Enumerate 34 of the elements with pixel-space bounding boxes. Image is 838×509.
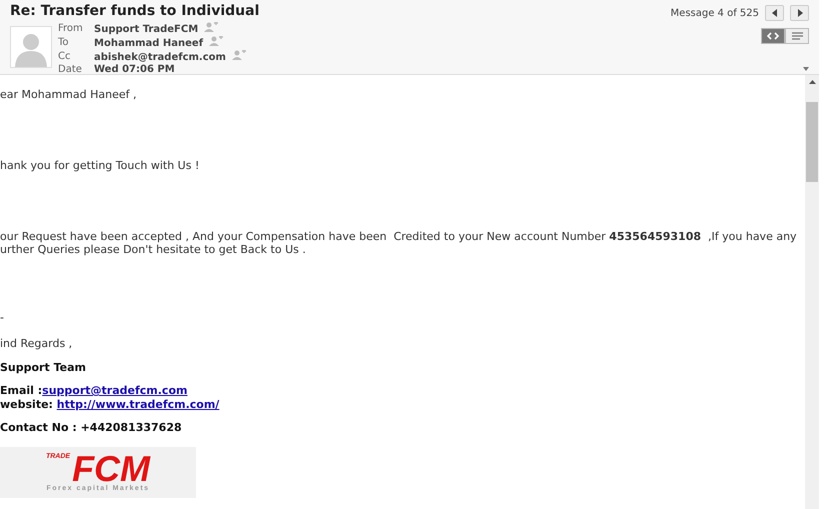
scroll-thumb[interactable] bbox=[806, 102, 818, 182]
field-label: Cc bbox=[58, 50, 94, 64]
field-value: Support TradeFCM bbox=[94, 24, 198, 35]
contact-label: website: bbox=[0, 398, 54, 411]
left-triangle-icon bbox=[772, 9, 778, 17]
field-value: abishek@tradefcm.com bbox=[94, 52, 226, 63]
field-label: To bbox=[58, 36, 70, 50]
next-button[interactable] bbox=[790, 5, 809, 21]
avatar-icon bbox=[10, 26, 52, 68]
contact-link[interactable]: http://www.tradefcm.com/ bbox=[56, 398, 220, 411]
message-paragraph: ear Mohammad Haneef , bbox=[0, 88, 138, 101]
email-subject: Re: Transfer funds to Individual bbox=[10, 3, 260, 19]
message-paragraph: our Request have been accepted , And your Compensation have been Credited to your New account Number 453564593108 ,If you have any urther Queries please Don't hesitate to get Back to Us . bbox=[0, 230, 798, 256]
html-view-button[interactable] bbox=[761, 28, 785, 44]
code-icon bbox=[767, 32, 779, 40]
contact-phone: Contact No : +442081337628 bbox=[0, 421, 183, 435]
contact-link[interactable]: support@tradefcm.com bbox=[42, 384, 188, 397]
text-view-button[interactable] bbox=[785, 28, 809, 44]
lines-icon bbox=[792, 32, 802, 40]
previous-button[interactable] bbox=[765, 5, 784, 21]
scroll-up-icon[interactable] bbox=[808, 79, 816, 84]
right-triangle-icon bbox=[796, 9, 802, 17]
expand-arrow-icon[interactable] bbox=[803, 67, 809, 71]
scrollbar[interactable] bbox=[805, 75, 819, 509]
field-label: Date bbox=[58, 64, 94, 76]
field-label: From bbox=[58, 22, 84, 36]
contact-label: Email : bbox=[0, 384, 42, 397]
message-paragraph: - bbox=[0, 311, 5, 324]
message-paragraph: ind Regards , bbox=[0, 337, 74, 350]
message-counter: Message 4 of 525 bbox=[670, 8, 759, 18]
field-value: Wed 07:06 PM bbox=[94, 64, 175, 75]
signature-name: Support Team bbox=[0, 361, 87, 374]
message-paragraph: hank you for getting Touch with Us ! bbox=[0, 159, 200, 172]
field-value: Mohammad Haneef bbox=[94, 38, 204, 49]
